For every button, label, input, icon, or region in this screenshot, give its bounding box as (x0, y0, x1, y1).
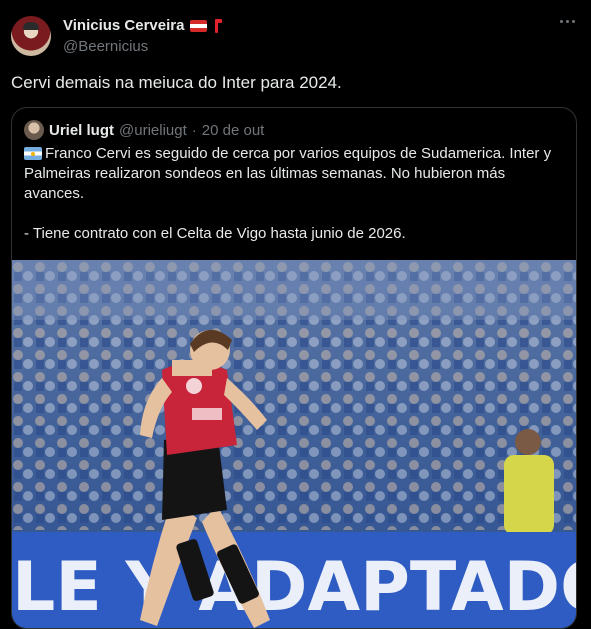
author-display-name[interactable]: Vinicius Cerveira (63, 17, 184, 34)
tweet: Vinicius Cerveira @Beernicius Cervi dema… (0, 0, 591, 629)
more-options-icon[interactable] (560, 20, 575, 23)
tweet-text: Cervi demais na meiuca do Inter para 202… (11, 73, 342, 92)
red-flag-emoji-icon (213, 18, 223, 33)
author-name-row: Vinicius Cerveira (63, 17, 223, 34)
quoted-author-name: Uriel lugt (49, 121, 115, 139)
author-avatar[interactable] (11, 16, 51, 56)
author-handle[interactable]: @Beernicius (63, 38, 148, 55)
quoted-tweet-card[interactable]: Uriel lugt @urieliugt · 20 de out Franco… (11, 107, 577, 629)
quoted-author-avatar (24, 120, 44, 140)
separator-dot: · (191, 121, 197, 139)
banner-text: LE Y ADAPTADO A (12, 548, 576, 627)
argentina-flag-icon (24, 147, 42, 160)
quoted-tweet-photo[interactable]: LE Y ADAPTADO A (12, 260, 576, 628)
quoted-author-handle: @urieliugt (119, 121, 187, 139)
quoted-tweet-date: 20 de out (201, 121, 265, 139)
austria-flag-icon (190, 19, 208, 32)
quoted-tweet-text: Franco Cervi es seguido de cerca por var… (24, 144, 564, 244)
quoted-line-1: Franco Cervi es seguido de cerca por var… (24, 145, 552, 202)
quoted-line-2: - Tiene contrato con el Celta de Vigo ha… (24, 225, 406, 242)
quoted-tweet-header: Uriel lugt @urieliugt · 20 de out (24, 120, 264, 140)
